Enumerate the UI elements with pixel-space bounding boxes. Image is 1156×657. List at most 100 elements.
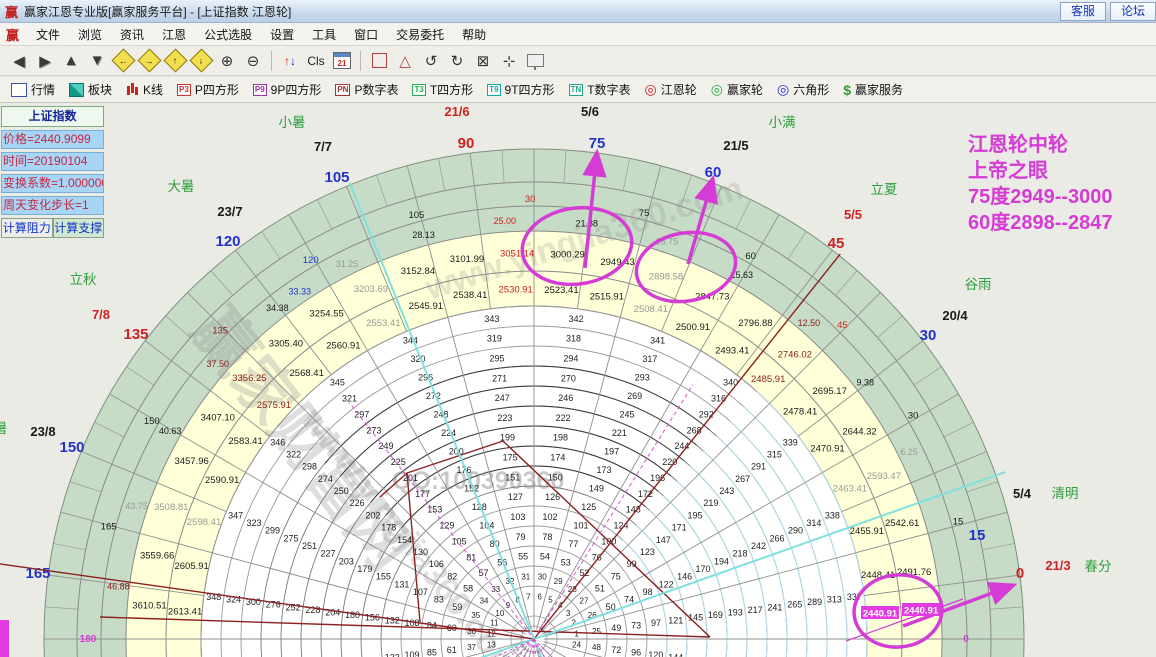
svg-text:2440.91: 2440.91 (863, 609, 898, 620)
svg-text:122: 122 (659, 579, 674, 589)
svg-text:289: 289 (807, 597, 822, 607)
svg-text:249: 249 (379, 441, 394, 451)
svg-text:198: 198 (553, 433, 568, 443)
svg-text:79: 79 (516, 532, 526, 542)
svg-text:197: 197 (604, 446, 619, 456)
svg-text:343: 343 (484, 314, 499, 324)
svg-text:271: 271 (492, 373, 507, 383)
panel-field-0: 价格=2440.9099 (1, 130, 104, 149)
svg-text:150: 150 (59, 439, 84, 456)
svg-text:58: 58 (463, 583, 473, 593)
svg-text:90: 90 (458, 135, 475, 152)
svg-text:295: 295 (490, 353, 505, 363)
svg-text:290: 290 (788, 526, 803, 536)
svg-text:57: 57 (478, 568, 488, 578)
svg-text:45: 45 (837, 320, 848, 331)
svg-text:3559.66: 3559.66 (140, 550, 174, 561)
svg-text:78: 78 (542, 532, 552, 542)
svg-text:299: 299 (265, 526, 280, 536)
svg-text:61: 61 (447, 645, 457, 655)
svg-text:5: 5 (548, 595, 553, 604)
svg-text:149: 149 (589, 483, 604, 493)
svg-text:34: 34 (480, 597, 489, 606)
panel-field-2: 变换系数=1.000000 (1, 174, 104, 193)
svg-text:120: 120 (215, 233, 240, 250)
svg-text:242: 242 (751, 541, 766, 551)
annotation-line-2: 75度2949--3000 (968, 186, 1113, 208)
svg-text:120: 120 (303, 255, 319, 266)
svg-text:2644.32: 2644.32 (842, 427, 876, 438)
svg-text:222: 222 (556, 413, 571, 423)
svg-text:21.88: 21.88 (575, 218, 598, 228)
svg-text:3152.84: 3152.84 (401, 266, 435, 277)
svg-text:37: 37 (467, 643, 476, 652)
svg-text:250: 250 (334, 486, 349, 496)
svg-text:75: 75 (639, 208, 650, 219)
svg-text:2598.41: 2598.41 (187, 517, 221, 528)
svg-text:大暑: 大暑 (168, 179, 195, 194)
svg-text:125: 125 (581, 502, 596, 512)
svg-text:3457.96: 3457.96 (174, 456, 208, 467)
svg-text:130: 130 (413, 547, 428, 557)
svg-text:293: 293 (635, 373, 650, 383)
svg-text:169: 169 (708, 610, 723, 620)
svg-text:2590.91: 2590.91 (205, 475, 239, 486)
svg-text:3203.69: 3203.69 (354, 284, 388, 295)
svg-text:98: 98 (643, 587, 653, 597)
svg-text:101: 101 (574, 520, 589, 530)
panel-field-3: 周天变化步长=1 (1, 196, 104, 215)
svg-text:171: 171 (672, 523, 687, 533)
svg-text:144: 144 (668, 653, 683, 657)
svg-text:43.75: 43.75 (125, 501, 148, 511)
calc-resistance-button[interactable]: 计算阻力 (1, 218, 53, 238)
svg-text:29: 29 (554, 577, 563, 586)
svg-text:225: 225 (391, 457, 406, 467)
gann-wheel-chart: 赢家财富网www.yingjia360.comwww.yingjia360.co… (0, 104, 1112, 657)
svg-text:346: 346 (270, 437, 285, 447)
svg-text:2593.47: 2593.47 (867, 471, 901, 482)
svg-text:267: 267 (735, 474, 750, 484)
svg-text:2455.91: 2455.91 (850, 526, 884, 537)
annotation-line-0: 江恩轮中轮 (968, 134, 1068, 156)
svg-text:27: 27 (580, 597, 589, 606)
svg-text:73: 73 (631, 621, 641, 631)
svg-text:99: 99 (627, 559, 637, 569)
svg-text:30: 30 (908, 411, 919, 422)
svg-text:2500.91: 2500.91 (676, 322, 710, 333)
svg-text:15: 15 (969, 527, 986, 544)
svg-text:2493.41: 2493.41 (715, 346, 749, 357)
instrument-panel: 上证指数 价格=2440.9099 时间=20190104 变换系数=1.00000… (1, 106, 104, 238)
svg-text:193: 193 (728, 608, 743, 618)
svg-text:3: 3 (566, 609, 571, 618)
calc-support-button[interactable]: 计算支撑 (52, 218, 104, 238)
svg-text:9.38: 9.38 (856, 377, 874, 387)
svg-text:294: 294 (563, 353, 578, 363)
svg-text:2508.41: 2508.41 (634, 304, 668, 315)
svg-text:5/4: 5/4 (1013, 486, 1032, 501)
svg-text:251: 251 (302, 541, 317, 551)
application-window: 赢 赢家江恩专业版[赢家服务平台] - [上证指数 江恩轮] 客服 论坛 赢 文件… (0, 0, 1156, 657)
svg-text:2796.88: 2796.88 (738, 318, 772, 329)
svg-text:11: 11 (490, 619, 499, 628)
svg-text:35: 35 (471, 611, 480, 620)
svg-text:2470.91: 2470.91 (810, 443, 844, 454)
svg-text:179: 179 (357, 564, 372, 574)
svg-text:5/6: 5/6 (581, 104, 599, 119)
svg-text:0: 0 (963, 634, 969, 645)
svg-text:105: 105 (408, 210, 424, 221)
annotation-line-3: 60度2898--2847 (968, 212, 1113, 234)
svg-text:172: 172 (638, 489, 653, 499)
svg-text:46.88: 46.88 (107, 581, 130, 591)
panel-field-1: 时间=20190104 (1, 152, 104, 171)
svg-text:52: 52 (580, 568, 590, 578)
svg-text:31: 31 (521, 573, 530, 582)
svg-text:处暑: 处暑 (0, 421, 8, 436)
svg-text:226: 226 (350, 498, 365, 508)
svg-text:3305.40: 3305.40 (269, 338, 303, 349)
svg-text:10: 10 (495, 609, 504, 618)
svg-text:123: 123 (640, 547, 655, 557)
svg-text:小暑: 小暑 (279, 115, 306, 130)
svg-text:151: 151 (505, 472, 520, 482)
svg-text:60: 60 (745, 251, 756, 262)
svg-text:立夏: 立夏 (871, 182, 899, 197)
